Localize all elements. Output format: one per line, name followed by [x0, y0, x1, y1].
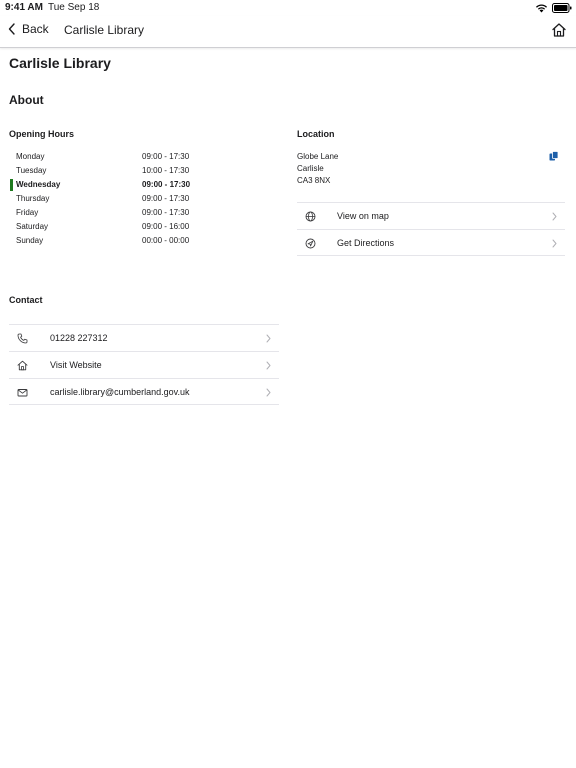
location-links: View on map Get Directions [297, 202, 565, 256]
home-icon[interactable] [551, 22, 567, 38]
hours-time: 00:00 - 00:00 [142, 236, 190, 245]
hours-time: 09:00 - 16:00 [142, 222, 190, 231]
address-line: Carlisle [297, 164, 324, 173]
hours-row: Friday 09:00 - 17:30 [9, 206, 269, 220]
row-label: 01228 227312 [50, 333, 108, 343]
battery-icon [552, 3, 572, 13]
hours-row: Monday 09:00 - 17:30 [9, 150, 269, 164]
hours-row: Sunday 00:00 - 00:00 [9, 234, 269, 248]
today-marker [10, 179, 13, 191]
email-row[interactable]: carlisle.library@cumberland.gov.uk [9, 378, 279, 405]
phone-icon [17, 333, 28, 344]
chevron-right-icon [552, 212, 557, 221]
view-on-map-row[interactable]: View on map [297, 202, 565, 229]
hours-row: Thursday 09:00 - 17:30 [9, 192, 269, 206]
globe-icon [305, 211, 316, 222]
address: Globe Lane Carlisle CA3 8NX [297, 151, 338, 187]
page-title: Carlisle Library [9, 55, 111, 71]
back-button[interactable]: Back [8, 22, 49, 36]
nav-title: Carlisle Library [64, 23, 145, 37]
contact-links: 01228 227312 Visit Website carlisle.libr… [9, 324, 279, 405]
hours-day: Saturday [16, 222, 49, 231]
address-line: CA3 8NX [297, 176, 331, 185]
get-directions-row[interactable]: Get Directions [297, 229, 565, 256]
hours-time: 09:00 - 17:30 [142, 180, 191, 189]
hours-row: Tuesday 10:00 - 17:30 [9, 164, 269, 178]
copy-icon[interactable] [549, 151, 559, 161]
hours-day: Thursday [16, 194, 50, 203]
hours-day: Sunday [16, 236, 44, 245]
back-label: Back [22, 22, 49, 36]
status-bar: 9:41 AM Tue Sep 18 [0, 0, 576, 16]
hours-time: 09:00 - 17:30 [142, 152, 190, 161]
home-icon [17, 360, 28, 371]
chevron-right-icon [552, 239, 557, 248]
status-time: 9:41 AM [5, 2, 43, 13]
mail-icon [17, 389, 28, 397]
row-label: carlisle.library@cumberland.gov.uk [50, 387, 190, 397]
chevron-left-icon [8, 23, 15, 35]
chevron-right-icon [266, 388, 271, 397]
location-heading: Location [297, 129, 335, 139]
hours-day: Monday [16, 152, 45, 161]
hours-time: 10:00 - 17:30 [142, 166, 190, 175]
hours-day: Tuesday [16, 166, 47, 175]
chevron-right-icon [266, 334, 271, 343]
chevron-right-icon [266, 361, 271, 370]
row-label: Get Directions [337, 238, 395, 248]
phone-row[interactable]: 01228 227312 [9, 324, 279, 351]
status-date: Tue Sep 18 [48, 2, 100, 13]
hours-row: Saturday 09:00 - 16:00 [9, 220, 269, 234]
directions-icon [305, 238, 316, 249]
hours-day: Wednesday [16, 180, 61, 189]
address-line: Globe Lane [297, 152, 339, 161]
row-label: Visit Website [50, 360, 102, 370]
hours-time: 09:00 - 17:30 [142, 194, 190, 203]
hours-day: Friday [16, 208, 39, 217]
row-label: View on map [337, 211, 389, 221]
hours-time: 09:00 - 17:30 [142, 208, 190, 217]
wifi-icon [536, 4, 547, 13]
contact-heading: Contact [9, 295, 43, 305]
website-row[interactable]: Visit Website [9, 351, 279, 378]
opening-hours-table: Monday 09:00 - 17:30 Tuesday 10:00 - 17:… [9, 150, 269, 248]
about-heading: About [9, 93, 44, 107]
navigation-bar: Back Carlisle Library [0, 16, 576, 48]
hours-row-today: Wednesday 09:00 - 17:30 [9, 178, 269, 192]
opening-hours-heading: Opening Hours [9, 129, 74, 139]
